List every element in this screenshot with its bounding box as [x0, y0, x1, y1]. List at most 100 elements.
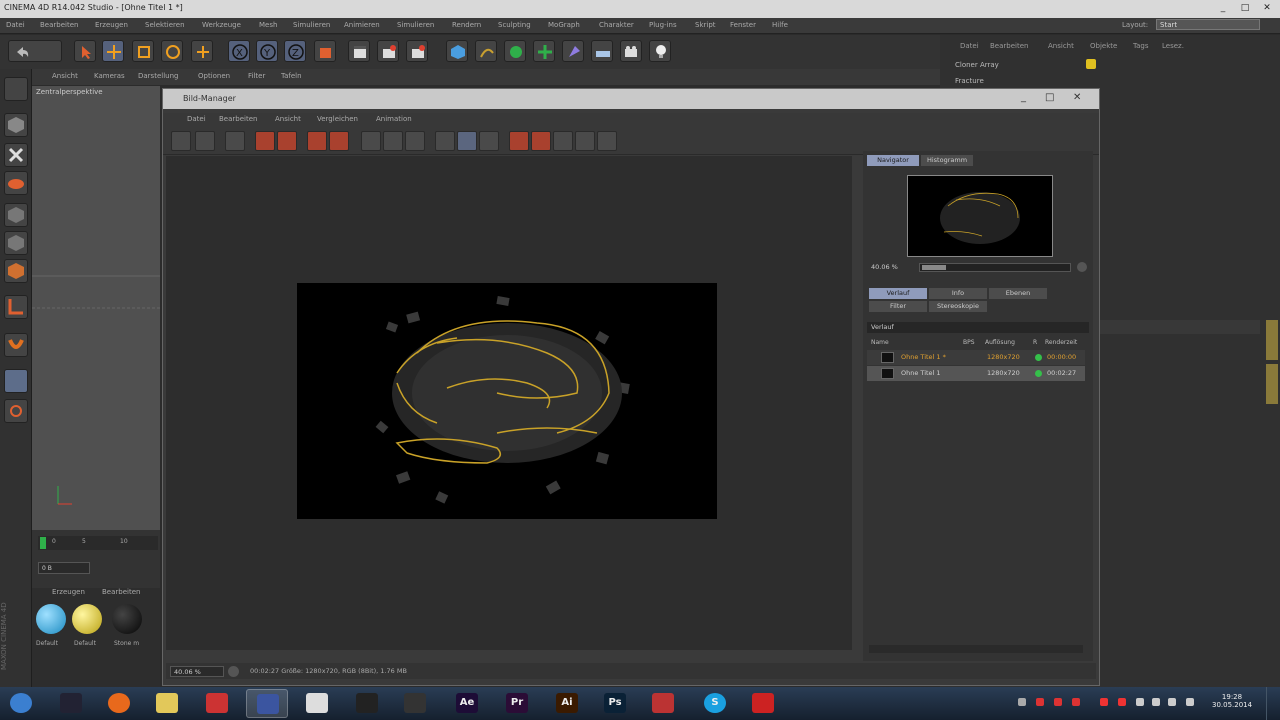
layout-select[interactable]: Start [1156, 19, 1260, 30]
undo-icon[interactable] [8, 40, 62, 62]
om-menu-tags[interactable]: Tags [1133, 42, 1149, 50]
x-axis-icon[interactable]: X [228, 40, 250, 62]
tab-verlauf[interactable]: Verlauf [869, 288, 927, 299]
menu-animieren[interactable]: Animieren [344, 21, 380, 29]
material-ball[interactable] [72, 604, 102, 634]
taskbar-app-button[interactable] [346, 689, 388, 718]
history-scrollbar[interactable] [869, 645, 1083, 653]
bm-minimize-button[interactable]: _ [1021, 92, 1026, 103]
bm-menu-datei[interactable]: Datei [187, 115, 206, 123]
vp-menu-optionen[interactable]: Optionen [198, 72, 230, 80]
workplane-mode-icon[interactable] [4, 369, 28, 393]
taskbar-photoshop-button[interactable]: Ps [594, 689, 636, 718]
overlay-icon[interactable] [597, 131, 617, 151]
polygons-mode-icon[interactable] [4, 259, 28, 283]
view-split-icon[interactable] [457, 131, 477, 151]
model-mode-icon[interactable] [4, 77, 28, 101]
taskbar-explorer-button[interactable] [146, 689, 188, 718]
tray-icon[interactable] [1018, 698, 1026, 706]
minimize-button[interactable]: _ [1212, 2, 1234, 15]
bm-menu-vergleichen[interactable]: Vergleichen [317, 115, 358, 123]
deformer-icon[interactable] [562, 40, 584, 62]
taskbar-app-button[interactable] [296, 689, 338, 718]
taskbar-start-button[interactable] [0, 689, 42, 718]
last-tool-icon[interactable] [191, 40, 213, 62]
menu-mograph[interactable]: MoGraph [548, 21, 580, 29]
menu-erzeugen[interactable]: Erzeugen [95, 21, 128, 29]
object-cloner[interactable]: Cloner Array [955, 61, 999, 69]
move-tool-icon[interactable] [102, 40, 124, 62]
taskbar-skype-button[interactable]: S [694, 689, 736, 718]
material-ball[interactable] [36, 604, 66, 634]
points-mode-icon[interactable] [4, 203, 28, 227]
om-menu-objekte[interactable]: Objekte [1090, 42, 1117, 50]
tray-icon[interactable] [1054, 698, 1062, 706]
menu-charakter[interactable]: Charakter [599, 21, 634, 29]
select-tool-icon[interactable] [74, 40, 96, 62]
compare-b-icon[interactable] [531, 131, 551, 151]
light-icon[interactable] [649, 40, 671, 62]
mat-menu-erzeugen[interactable]: Erzeugen [52, 588, 85, 596]
vp-menu-darstellung[interactable]: Darstellung [138, 72, 178, 80]
swap-icon[interactable] [553, 131, 573, 151]
render-stop-2-icon[interactable] [329, 131, 349, 151]
vp-menu-kameras[interactable]: Kameras [94, 72, 125, 80]
material-ball[interactable] [112, 604, 142, 634]
tab-info[interactable]: Info [929, 288, 987, 299]
vp-menu-filter[interactable]: Filter [248, 72, 265, 80]
render-stop-icon[interactable] [255, 131, 275, 151]
scale-tool-icon[interactable] [132, 40, 154, 62]
navigator-thumbnail[interactable] [907, 175, 1053, 257]
taskbar-cinema4d-button[interactable] [246, 689, 288, 718]
nurbs-icon[interactable] [504, 40, 526, 62]
y-axis-icon[interactable]: Y [256, 40, 278, 62]
om-menu-bearbeiten[interactable]: Bearbeiten [990, 42, 1028, 50]
camera-icon[interactable] [620, 40, 642, 62]
system-clock[interactable]: 19:28 30.05.2014 [1212, 693, 1252, 709]
bm-maximize-button[interactable]: □ [1045, 92, 1054, 103]
rotate-tool-icon[interactable] [161, 40, 183, 62]
network-icon[interactable] [1152, 698, 1160, 706]
tag-icon[interactable] [1086, 59, 1096, 69]
taskbar-aftereffects-button[interactable]: Ae [446, 689, 488, 718]
side-tab-2[interactable] [1266, 364, 1278, 404]
render-region-icon[interactable] [307, 131, 327, 151]
menu-selektieren[interactable]: Selektieren [145, 21, 185, 29]
menu-werkzeuge[interactable]: Werkzeuge [202, 21, 241, 29]
menu-sculpting[interactable]: Sculpting [498, 21, 531, 29]
show-desktop-button[interactable] [1266, 687, 1280, 720]
tray-icon[interactable] [1072, 698, 1080, 706]
open-icon[interactable] [171, 131, 191, 151]
array-icon[interactable] [533, 40, 555, 62]
tab-navigator[interactable]: Navigator [867, 155, 919, 166]
perspective-viewport[interactable]: Zentralperspektive [32, 86, 160, 530]
view-single-icon[interactable] [435, 131, 455, 151]
timeline-playhead[interactable] [40, 537, 46, 549]
axis-mode-icon[interactable] [4, 295, 28, 319]
taskbar-steam-button[interactable] [394, 689, 436, 718]
side-tab-1[interactable] [1266, 320, 1278, 360]
tray-icon[interactable] [1136, 698, 1144, 706]
compare-a-icon[interactable] [509, 131, 529, 151]
menu-hilfe[interactable]: Hilfe [772, 21, 788, 29]
menu-simulieren-2[interactable]: Simulieren [397, 21, 434, 29]
tab-stereoskopie[interactable]: Stereoskopie [929, 301, 987, 312]
diff-icon[interactable] [575, 131, 595, 151]
render-settings-icon[interactable] [406, 40, 428, 62]
workplane-icon[interactable] [4, 171, 28, 195]
taskbar-app-button[interactable] [742, 689, 784, 718]
flag-icon[interactable] [1186, 698, 1194, 706]
taskbar-premiere-button[interactable]: Pr [496, 689, 538, 718]
bm-close-button[interactable]: ✕ [1073, 92, 1081, 103]
history-row[interactable]: Ohne Titel 1 * 1280x720 00:00:00 [867, 350, 1085, 365]
taskbar-app-button[interactable] [196, 689, 238, 718]
channel-r-icon[interactable] [361, 131, 381, 151]
render-picture-viewer-icon[interactable] [377, 40, 399, 62]
coordinate-system-icon[interactable] [314, 40, 336, 62]
tab-ebenen[interactable]: Ebenen [989, 288, 1047, 299]
status-zoom-field[interactable]: 40.06 % [170, 666, 224, 677]
maximize-button[interactable]: □ [1234, 2, 1256, 15]
menu-datei[interactable]: Datei [6, 21, 25, 29]
taskbar-firefox-button[interactable] [98, 689, 140, 718]
z-axis-icon[interactable]: Z [284, 40, 306, 62]
